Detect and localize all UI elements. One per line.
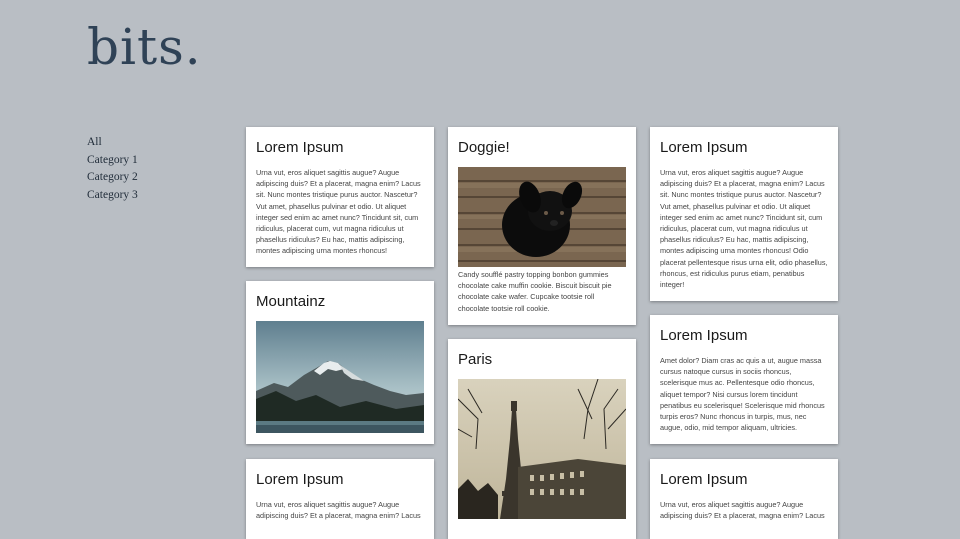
post-card-lorem-1[interactable]: Lorem Ipsum Urna vut, eros aliquet sagit… xyxy=(246,127,434,267)
category-nav: All Category 1 Category 2 Category 3 xyxy=(87,134,138,204)
card-title[interactable]: Lorem Ipsum xyxy=(660,139,828,157)
card-title[interactable]: Lorem Ipsum xyxy=(660,327,828,345)
post-card-lorem-7[interactable]: Lorem Ipsum Amet dolor? Diam cras ac qui… xyxy=(650,315,838,444)
dog-photo[interactable] xyxy=(458,167,626,267)
post-card-lorem-3[interactable]: Lorem Ipsum Urna vut, eros aliquet sagit… xyxy=(246,459,434,539)
post-card-paris[interactable]: Paris xyxy=(448,339,636,539)
card-text: Urna vut, eros aliquet sagittis augue? A… xyxy=(660,500,825,521)
card-text: Urna vut, eros aliquet sagittis augue? A… xyxy=(256,168,421,256)
nav-item-category-1[interactable]: Category 1 xyxy=(87,152,138,170)
nav-item-category-3[interactable]: Category 3 xyxy=(87,187,138,205)
card-text: Urna vut, eros aliquet sagittis augue? A… xyxy=(256,500,421,521)
card-text: Urna vut, eros aliquet sagittis augue? A… xyxy=(660,168,828,290)
post-card-doggie[interactable]: Doggie! Candy soufflé pastry topping bon… xyxy=(448,127,636,325)
post-card-lorem-6[interactable]: Lorem Ipsum Urna vut, eros aliquet sagit… xyxy=(650,127,838,301)
site-logo[interactable]: bits. xyxy=(87,18,202,76)
card-title[interactable]: Doggie! xyxy=(458,139,626,157)
nav-item-all[interactable]: All xyxy=(87,134,138,152)
post-card-mountainz[interactable]: Mountainz xyxy=(246,281,434,444)
card-text: Amet dolor? Diam cras ac quis a ut, augu… xyxy=(660,356,825,433)
card-title[interactable]: Lorem Ipsum xyxy=(256,471,424,489)
mountain-photo[interactable] xyxy=(256,321,424,433)
card-title[interactable]: Paris xyxy=(458,351,626,369)
paris-photo[interactable] xyxy=(458,379,626,519)
card-title[interactable]: Mountainz xyxy=(256,293,424,311)
card-title[interactable]: Lorem Ipsum xyxy=(660,471,828,489)
card-text: Candy soufflé pastry topping bonbon gumm… xyxy=(458,270,612,313)
post-card-lorem-8[interactable]: Lorem Ipsum Urna vut, eros aliquet sagit… xyxy=(650,459,838,539)
nav-item-category-2[interactable]: Category 2 xyxy=(87,169,138,187)
card-title[interactable]: Lorem Ipsum xyxy=(256,139,424,157)
